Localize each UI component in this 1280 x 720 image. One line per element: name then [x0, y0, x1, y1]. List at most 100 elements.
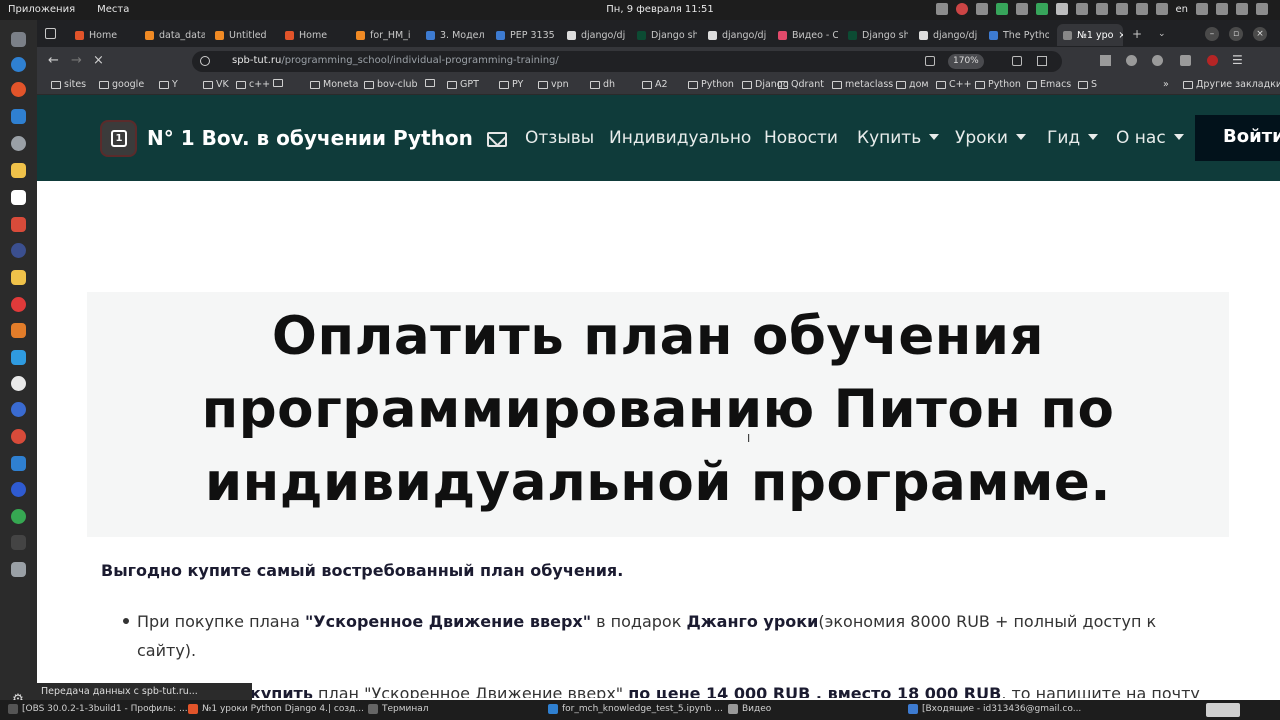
url-text[interactable]: spb-tut.ru/programming_school/individual… [232, 55, 559, 66]
bookmark-item[interactable]: Python [975, 79, 1021, 90]
bookmarks-overflow-icon[interactable]: » [1163, 79, 1169, 90]
tab[interactable]: Home [75, 24, 117, 46]
bookmark-item[interactable]: vpn [538, 79, 569, 90]
task-mail[interactable]: [Входящие - id313436@gmail.co... [908, 704, 1081, 714]
tray-box-icon[interactable] [1055, 3, 1068, 15]
browser-icon[interactable] [11, 402, 26, 417]
mail-icon[interactable] [487, 132, 507, 147]
tray-pen-icon[interactable] [1015, 3, 1028, 15]
tab[interactable]: Видео - С [778, 24, 838, 46]
tray-shield-icon[interactable] [975, 3, 988, 15]
site-info-icon[interactable] [200, 56, 210, 66]
other-bookmarks[interactable]: Другие закладки [1183, 79, 1280, 90]
tray-record-icon[interactable] [1075, 3, 1088, 15]
tray-drop-icon[interactable] [1135, 3, 1148, 15]
close-window-icon[interactable]: × [1253, 27, 1267, 41]
bookmark-item[interactable]: bov-club [364, 79, 418, 90]
bookmark-item[interactable]: PY [499, 79, 523, 90]
tab[interactable]: for_HM_i [356, 24, 411, 46]
task-firefox[interactable]: №1 уроки Python Django 4.| созд... [188, 704, 364, 714]
chrome-icon[interactable] [11, 509, 26, 524]
bookmark-item[interactable]: C++ [936, 79, 972, 90]
monitor-icon[interactable] [11, 350, 26, 365]
tab[interactable]: Home [285, 24, 327, 46]
translate-icon[interactable] [1012, 56, 1022, 66]
files-icon[interactable] [11, 32, 26, 47]
back-arrow-icon[interactable]: ← [48, 53, 59, 68]
tab[interactable]: Django sh [637, 24, 697, 46]
battery-icon[interactable] [1236, 3, 1248, 15]
vscode-icon[interactable] [11, 109, 26, 124]
bookmark-star-icon[interactable] [1037, 56, 1047, 66]
account-icon[interactable] [1126, 55, 1137, 66]
tab-search-icon[interactable] [45, 28, 56, 39]
tab[interactable]: Untitled [215, 24, 267, 46]
volume-icon[interactable] [1216, 3, 1228, 15]
restore-icon[interactable]: ▫ [1229, 27, 1243, 41]
bookmark-item[interactable]: Emacs [1027, 79, 1071, 90]
bookmark-item[interactable]: A2 [642, 79, 668, 90]
tab[interactable]: django/dj [567, 24, 627, 46]
tab-dropdown-icon[interactable]: ⌄ [1158, 29, 1166, 39]
bookmark-item[interactable]: Python [688, 79, 734, 90]
bookmark-item[interactable] [425, 79, 438, 87]
tray-puzzle-icon[interactable] [1115, 3, 1128, 15]
task-video[interactable]: Видео [728, 704, 771, 714]
tab[interactable]: django/dj [708, 24, 768, 46]
record-icon[interactable] [11, 297, 26, 312]
tab[interactable]: Django sh [848, 24, 908, 46]
tab[interactable]: django/dj [919, 24, 979, 46]
site-brand[interactable]: N° 1 Bov. в обучении Python [147, 126, 473, 150]
bookmark-item[interactable]: metaclass [832, 79, 893, 90]
tab[interactable]: The Pytho [989, 24, 1049, 46]
terminal-icon[interactable] [11, 535, 26, 550]
download-icon[interactable] [1100, 55, 1111, 66]
tab[interactable]: data_data [145, 24, 205, 46]
firefox-icon[interactable] [11, 82, 26, 97]
tray-workspace-icon[interactable] [1035, 3, 1048, 15]
bookmark-item[interactable]: google [99, 79, 144, 90]
nav-lessons[interactable]: Уроки [955, 128, 1026, 148]
zoom-indicator[interactable]: 170% [948, 54, 984, 69]
bookmark-item[interactable]: Moneta [310, 79, 358, 90]
notes-icon[interactable] [11, 163, 26, 178]
address-bar[interactable]: spb-tut.ru/programming_school/individual… [192, 51, 1062, 72]
reader-mode-icon[interactable] [925, 56, 935, 66]
tray-icon-1[interactable] [935, 3, 948, 15]
bookmark-item[interactable]: Qdrant [778, 79, 824, 90]
tray-icon-2[interactable] [955, 3, 968, 15]
task-terminal[interactable]: Терминал [368, 704, 429, 714]
dc-icon[interactable] [11, 217, 26, 232]
bookmark-item[interactable] [273, 79, 286, 87]
bookmark-item[interactable]: GPT [447, 79, 479, 90]
tray-cube-icon[interactable] [995, 3, 1008, 15]
extensions-icon[interactable] [11, 456, 26, 471]
site-logo[interactable]: 1 [102, 122, 135, 155]
power-icon[interactable] [1256, 3, 1268, 15]
microphone-icon[interactable] [1196, 3, 1208, 15]
new-tab-icon[interactable]: + [1132, 27, 1142, 41]
tab-close-icon[interactable]: × [1118, 30, 1123, 41]
tab-active[interactable]: №1 уро × [1057, 24, 1123, 46]
nav-buy[interactable]: Купить [857, 128, 940, 148]
forward-arrow-icon[interactable]: → [71, 53, 82, 68]
bookmark-item[interactable]: S [1078, 79, 1097, 90]
ublock-icon[interactable] [1207, 55, 1218, 66]
task-obs[interactable]: [OBS 30.0.2-1-3build1 - Профиль: ... [8, 704, 188, 714]
nav-about[interactable]: О нас [1116, 128, 1184, 148]
nav-reviews[interactable]: Отзывы [525, 128, 594, 148]
stop-loading-icon[interactable]: × [93, 53, 104, 68]
bookmark-item[interactable]: дом [896, 79, 929, 90]
calendar-icon[interactable] [11, 190, 26, 205]
bookmark-item[interactable]: Y [159, 79, 178, 90]
language-indicator[interactable]: en [1176, 4, 1189, 15]
folder-icon[interactable] [11, 270, 26, 285]
workspace-switcher[interactable] [1206, 703, 1240, 717]
tab[interactable]: PEP 3135 [496, 24, 556, 46]
tab[interactable]: 3. Модел [426, 24, 486, 46]
nav-news[interactable]: Новости [764, 128, 838, 148]
bookmark-item[interactable]: sites [51, 79, 86, 90]
login-button[interactable]: Войти [1195, 115, 1280, 161]
trash-icon[interactable] [11, 562, 26, 577]
bookmark-item[interactable]: dh [590, 79, 615, 90]
